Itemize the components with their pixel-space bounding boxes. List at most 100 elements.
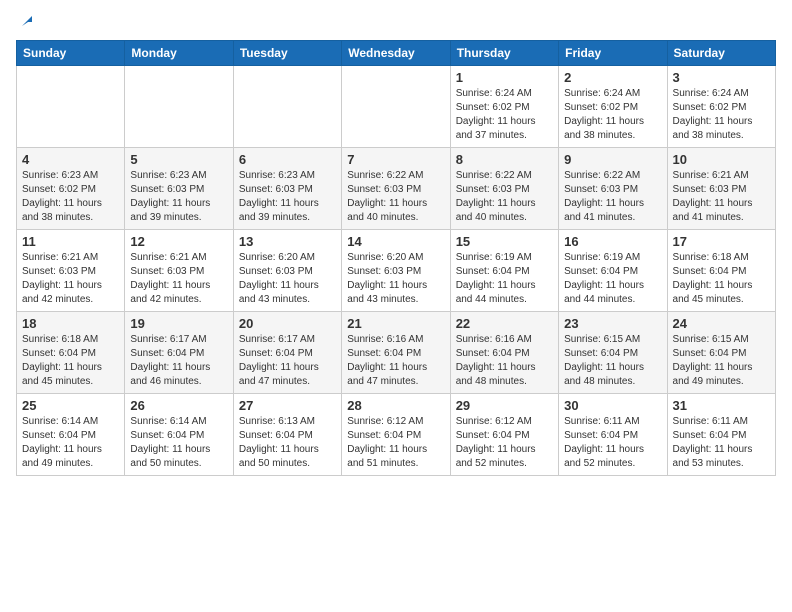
day-number: 10 (673, 152, 770, 167)
day-number: 21 (347, 316, 444, 331)
day-info: Sunrise: 6:18 AM Sunset: 6:04 PM Dayligh… (22, 333, 119, 389)
day-number: 26 (130, 398, 227, 413)
day-number: 30 (564, 398, 661, 413)
calendar-cell (233, 66, 341, 148)
calendar-cell: 12Sunrise: 6:21 AM Sunset: 6:03 PM Dayli… (125, 230, 233, 312)
calendar-cell (17, 66, 125, 148)
day-info: Sunrise: 6:17 AM Sunset: 6:04 PM Dayligh… (130, 333, 227, 389)
day-info: Sunrise: 6:15 AM Sunset: 6:04 PM Dayligh… (673, 333, 770, 389)
calendar-cell: 27Sunrise: 6:13 AM Sunset: 6:04 PM Dayli… (233, 394, 341, 476)
header-day: Friday (559, 41, 667, 66)
calendar-cell: 31 Sunrise: 6:11 AM Sunset: 6:04 PM Dayli… (667, 394, 775, 476)
day-number: 5 (130, 152, 227, 167)
day-info: Sunrise: 6:12 AM Sunset: 6:04 PM Dayligh… (347, 415, 444, 471)
day-number: 6 (239, 152, 336, 167)
logo (16, 16, 36, 30)
day-info: Sunrise: 6:22 AM Sunset: 6:03 PM Dayligh… (347, 169, 444, 225)
header-day: Sunday (17, 41, 125, 66)
calendar-cell: 22 Sunrise: 6:16 AM Sunset: 6:04 PM Dayli… (450, 312, 558, 394)
day-info: Sunrise: 6:16 AM Sunset: 6:04 PM Dayligh… (347, 333, 444, 389)
day-number: 29 (456, 398, 553, 413)
day-number: 24 (673, 316, 770, 331)
day-number: 18 (22, 316, 119, 331)
calendar-cell: 23Sunrise: 6:15 AM Sunset: 6:04 PM Dayli… (559, 312, 667, 394)
day-info: Sunrise: 6:14 AM Sunset: 6:04 PM Dayligh… (130, 415, 227, 471)
calendar-week-row: 1 Sunrise: 6:24 AM Sunset: 6:02 PM Daylig… (17, 66, 776, 148)
day-number: 13 (239, 234, 336, 249)
day-number: 14 (347, 234, 444, 249)
calendar-week-row: 18 Sunrise: 6:18 AM Sunset: 6:04 PM Dayli… (17, 312, 776, 394)
day-info: Sunrise: 6:14 AM Sunset: 6:04 PM Dayligh… (22, 415, 119, 471)
calendar-cell: 29 Sunrise: 6:12 AM Sunset: 6:04 PM Dayli… (450, 394, 558, 476)
calendar-cell: 13 Sunrise: 6:20 AM Sunset: 6:03 PM Dayli… (233, 230, 341, 312)
day-info: Sunrise: 6:22 AM Sunset: 6:03 PM Dayligh… (564, 169, 661, 225)
day-info: Sunrise: 6:22 AM Sunset: 6:03 PM Dayligh… (456, 169, 553, 225)
header-day: Wednesday (342, 41, 450, 66)
day-number: 8 (456, 152, 553, 167)
calendar-cell: 10 Sunrise: 6:21 AM Sunset: 6:03 PM Dayli… (667, 148, 775, 230)
calendar-cell (342, 66, 450, 148)
day-info: Sunrise: 6:12 AM Sunset: 6:04 PM Dayligh… (456, 415, 553, 471)
day-info: Sunrise: 6:18 AM Sunset: 6:04 PM Dayligh… (673, 251, 770, 307)
calendar-cell: 6Sunrise: 6:23 AM Sunset: 6:03 PM Daylig… (233, 148, 341, 230)
day-info: Sunrise: 6:21 AM Sunset: 6:03 PM Dayligh… (22, 251, 119, 307)
day-number: 4 (22, 152, 119, 167)
day-info: Sunrise: 6:11 AM Sunset: 6:04 PM Dayligh… (564, 415, 661, 471)
calendar-table: SundayMondayTuesdayWednesdayThursdayFrid… (16, 40, 776, 476)
day-info: Sunrise: 6:20 AM Sunset: 6:03 PM Dayligh… (239, 251, 336, 307)
day-number: 2 (564, 70, 661, 85)
day-number: 15 (456, 234, 553, 249)
day-info: Sunrise: 6:17 AM Sunset: 6:04 PM Dayligh… (239, 333, 336, 389)
calendar-week-row: 25 Sunrise: 6:14 AM Sunset: 6:04 PM Dayli… (17, 394, 776, 476)
day-info: Sunrise: 6:24 AM Sunset: 6:02 PM Dayligh… (456, 87, 553, 143)
calendar-cell: 15 Sunrise: 6:19 AM Sunset: 6:04 PM Dayli… (450, 230, 558, 312)
day-info: Sunrise: 6:24 AM Sunset: 6:02 PM Dayligh… (564, 87, 661, 143)
day-info: Sunrise: 6:11 AM Sunset: 6:04 PM Dayligh… (673, 415, 770, 471)
calendar-cell: 20 Sunrise: 6:17 AM Sunset: 6:04 PM Dayli… (233, 312, 341, 394)
day-info: Sunrise: 6:24 AM Sunset: 6:02 PM Dayligh… (673, 87, 770, 143)
day-number: 1 (456, 70, 553, 85)
day-number: 20 (239, 316, 336, 331)
calendar-cell: 16 Sunrise: 6:19 AM Sunset: 6:04 PM Dayli… (559, 230, 667, 312)
day-info: Sunrise: 6:19 AM Sunset: 6:04 PM Dayligh… (456, 251, 553, 307)
calendar-cell: 8 Sunrise: 6:22 AM Sunset: 6:03 PM Daylig… (450, 148, 558, 230)
day-number: 16 (564, 234, 661, 249)
calendar-cell: 9 Sunrise: 6:22 AM Sunset: 6:03 PM Daylig… (559, 148, 667, 230)
calendar-cell: 3 Sunrise: 6:24 AM Sunset: 6:02 PM Daylig… (667, 66, 775, 148)
day-number: 31 (673, 398, 770, 413)
day-info: Sunrise: 6:21 AM Sunset: 6:03 PM Dayligh… (673, 169, 770, 225)
calendar-cell: 5 Sunrise: 6:23 AM Sunset: 6:03 PM Daylig… (125, 148, 233, 230)
header-row: SundayMondayTuesdayWednesdayThursdayFrid… (17, 41, 776, 66)
calendar-cell: 28 Sunrise: 6:12 AM Sunset: 6:04 PM Dayli… (342, 394, 450, 476)
day-number: 3 (673, 70, 770, 85)
day-number: 11 (22, 234, 119, 249)
day-number: 7 (347, 152, 444, 167)
calendar-cell: 4 Sunrise: 6:23 AM Sunset: 6:02 PM Daylig… (17, 148, 125, 230)
calendar-cell: 1 Sunrise: 6:24 AM Sunset: 6:02 PM Daylig… (450, 66, 558, 148)
day-number: 9 (564, 152, 661, 167)
day-info: Sunrise: 6:15 AM Sunset: 6:04 PM Dayligh… (564, 333, 661, 389)
calendar-cell: 21 Sunrise: 6:16 AM Sunset: 6:04 PM Dayli… (342, 312, 450, 394)
day-number: 25 (22, 398, 119, 413)
day-info: Sunrise: 6:23 AM Sunset: 6:02 PM Dayligh… (22, 169, 119, 225)
calendar-cell: 2 Sunrise: 6:24 AM Sunset: 6:02 PM Daylig… (559, 66, 667, 148)
day-info: Sunrise: 6:21 AM Sunset: 6:03 PM Dayligh… (130, 251, 227, 307)
day-info: Sunrise: 6:20 AM Sunset: 6:03 PM Dayligh… (347, 251, 444, 307)
calendar-cell: 11 Sunrise: 6:21 AM Sunset: 6:03 PM Dayli… (17, 230, 125, 312)
calendar-week-row: 4 Sunrise: 6:23 AM Sunset: 6:02 PM Daylig… (17, 148, 776, 230)
calendar-week-row: 11 Sunrise: 6:21 AM Sunset: 6:03 PM Dayli… (17, 230, 776, 312)
day-info: Sunrise: 6:23 AM Sunset: 6:03 PM Dayligh… (130, 169, 227, 225)
day-info: Sunrise: 6:13 AM Sunset: 6:04 PM Dayligh… (239, 415, 336, 471)
calendar-cell: 7 Sunrise: 6:22 AM Sunset: 6:03 PM Daylig… (342, 148, 450, 230)
calendar-cell: 17Sunrise: 6:18 AM Sunset: 6:04 PM Dayli… (667, 230, 775, 312)
header-day: Monday (125, 41, 233, 66)
day-info: Sunrise: 6:16 AM Sunset: 6:04 PM Dayligh… (456, 333, 553, 389)
header-day: Tuesday (233, 41, 341, 66)
header-day: Saturday (667, 41, 775, 66)
day-number: 28 (347, 398, 444, 413)
day-number: 22 (456, 316, 553, 331)
day-info: Sunrise: 6:19 AM Sunset: 6:04 PM Dayligh… (564, 251, 661, 307)
header-day: Thursday (450, 41, 558, 66)
calendar-cell: 14 Sunrise: 6:20 AM Sunset: 6:03 PM Dayli… (342, 230, 450, 312)
calendar-cell: 19Sunrise: 6:17 AM Sunset: 6:04 PM Dayli… (125, 312, 233, 394)
